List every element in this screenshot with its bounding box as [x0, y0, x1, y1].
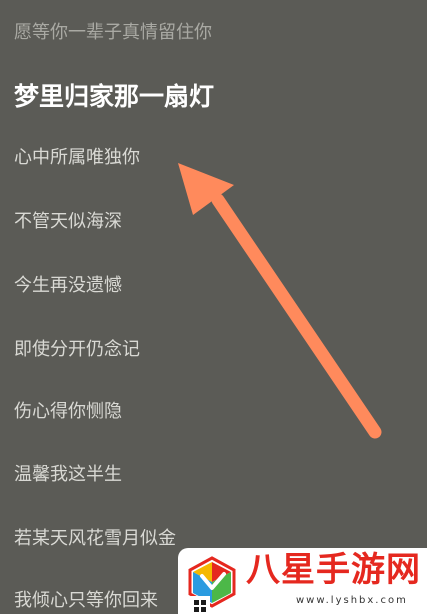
lyric-line[interactable]: 我倾心只等你回来 — [14, 589, 158, 613]
lyrics-view: 愿等你一辈子真情留住你 梦里归家那一扇灯 心中所属唯独你 不管天似海深 今生再没… — [0, 0, 427, 614]
lyric-line[interactable]: 温馨我这半生 — [14, 463, 122, 487]
windows-start-icon — [194, 600, 206, 612]
lyric-line[interactable]: 心中所属唯独你 — [14, 146, 140, 170]
lyric-line-previous[interactable]: 愿等你一辈子真情留住你 — [14, 21, 212, 45]
lyric-line[interactable]: 今生再没遗憾 — [14, 274, 122, 298]
lyric-line[interactable]: 若某天风花雪月似金 — [14, 527, 176, 551]
lyric-line[interactable]: 伤心得你恻隐 — [14, 400, 122, 424]
watermark: 八星手游网 www.lyshbx.com — [178, 548, 427, 614]
watermark-url: www.lyshbx.com — [296, 595, 408, 606]
lyric-line[interactable]: 即使分开仍念记 — [14, 338, 140, 362]
lyric-line-current[interactable]: 梦里归家那一扇灯 — [14, 81, 214, 113]
taskbar-start[interactable] — [190, 596, 210, 614]
lyric-line[interactable]: 不管天似海深 — [14, 210, 122, 234]
watermark-brand: 八星手游网 — [246, 550, 421, 590]
